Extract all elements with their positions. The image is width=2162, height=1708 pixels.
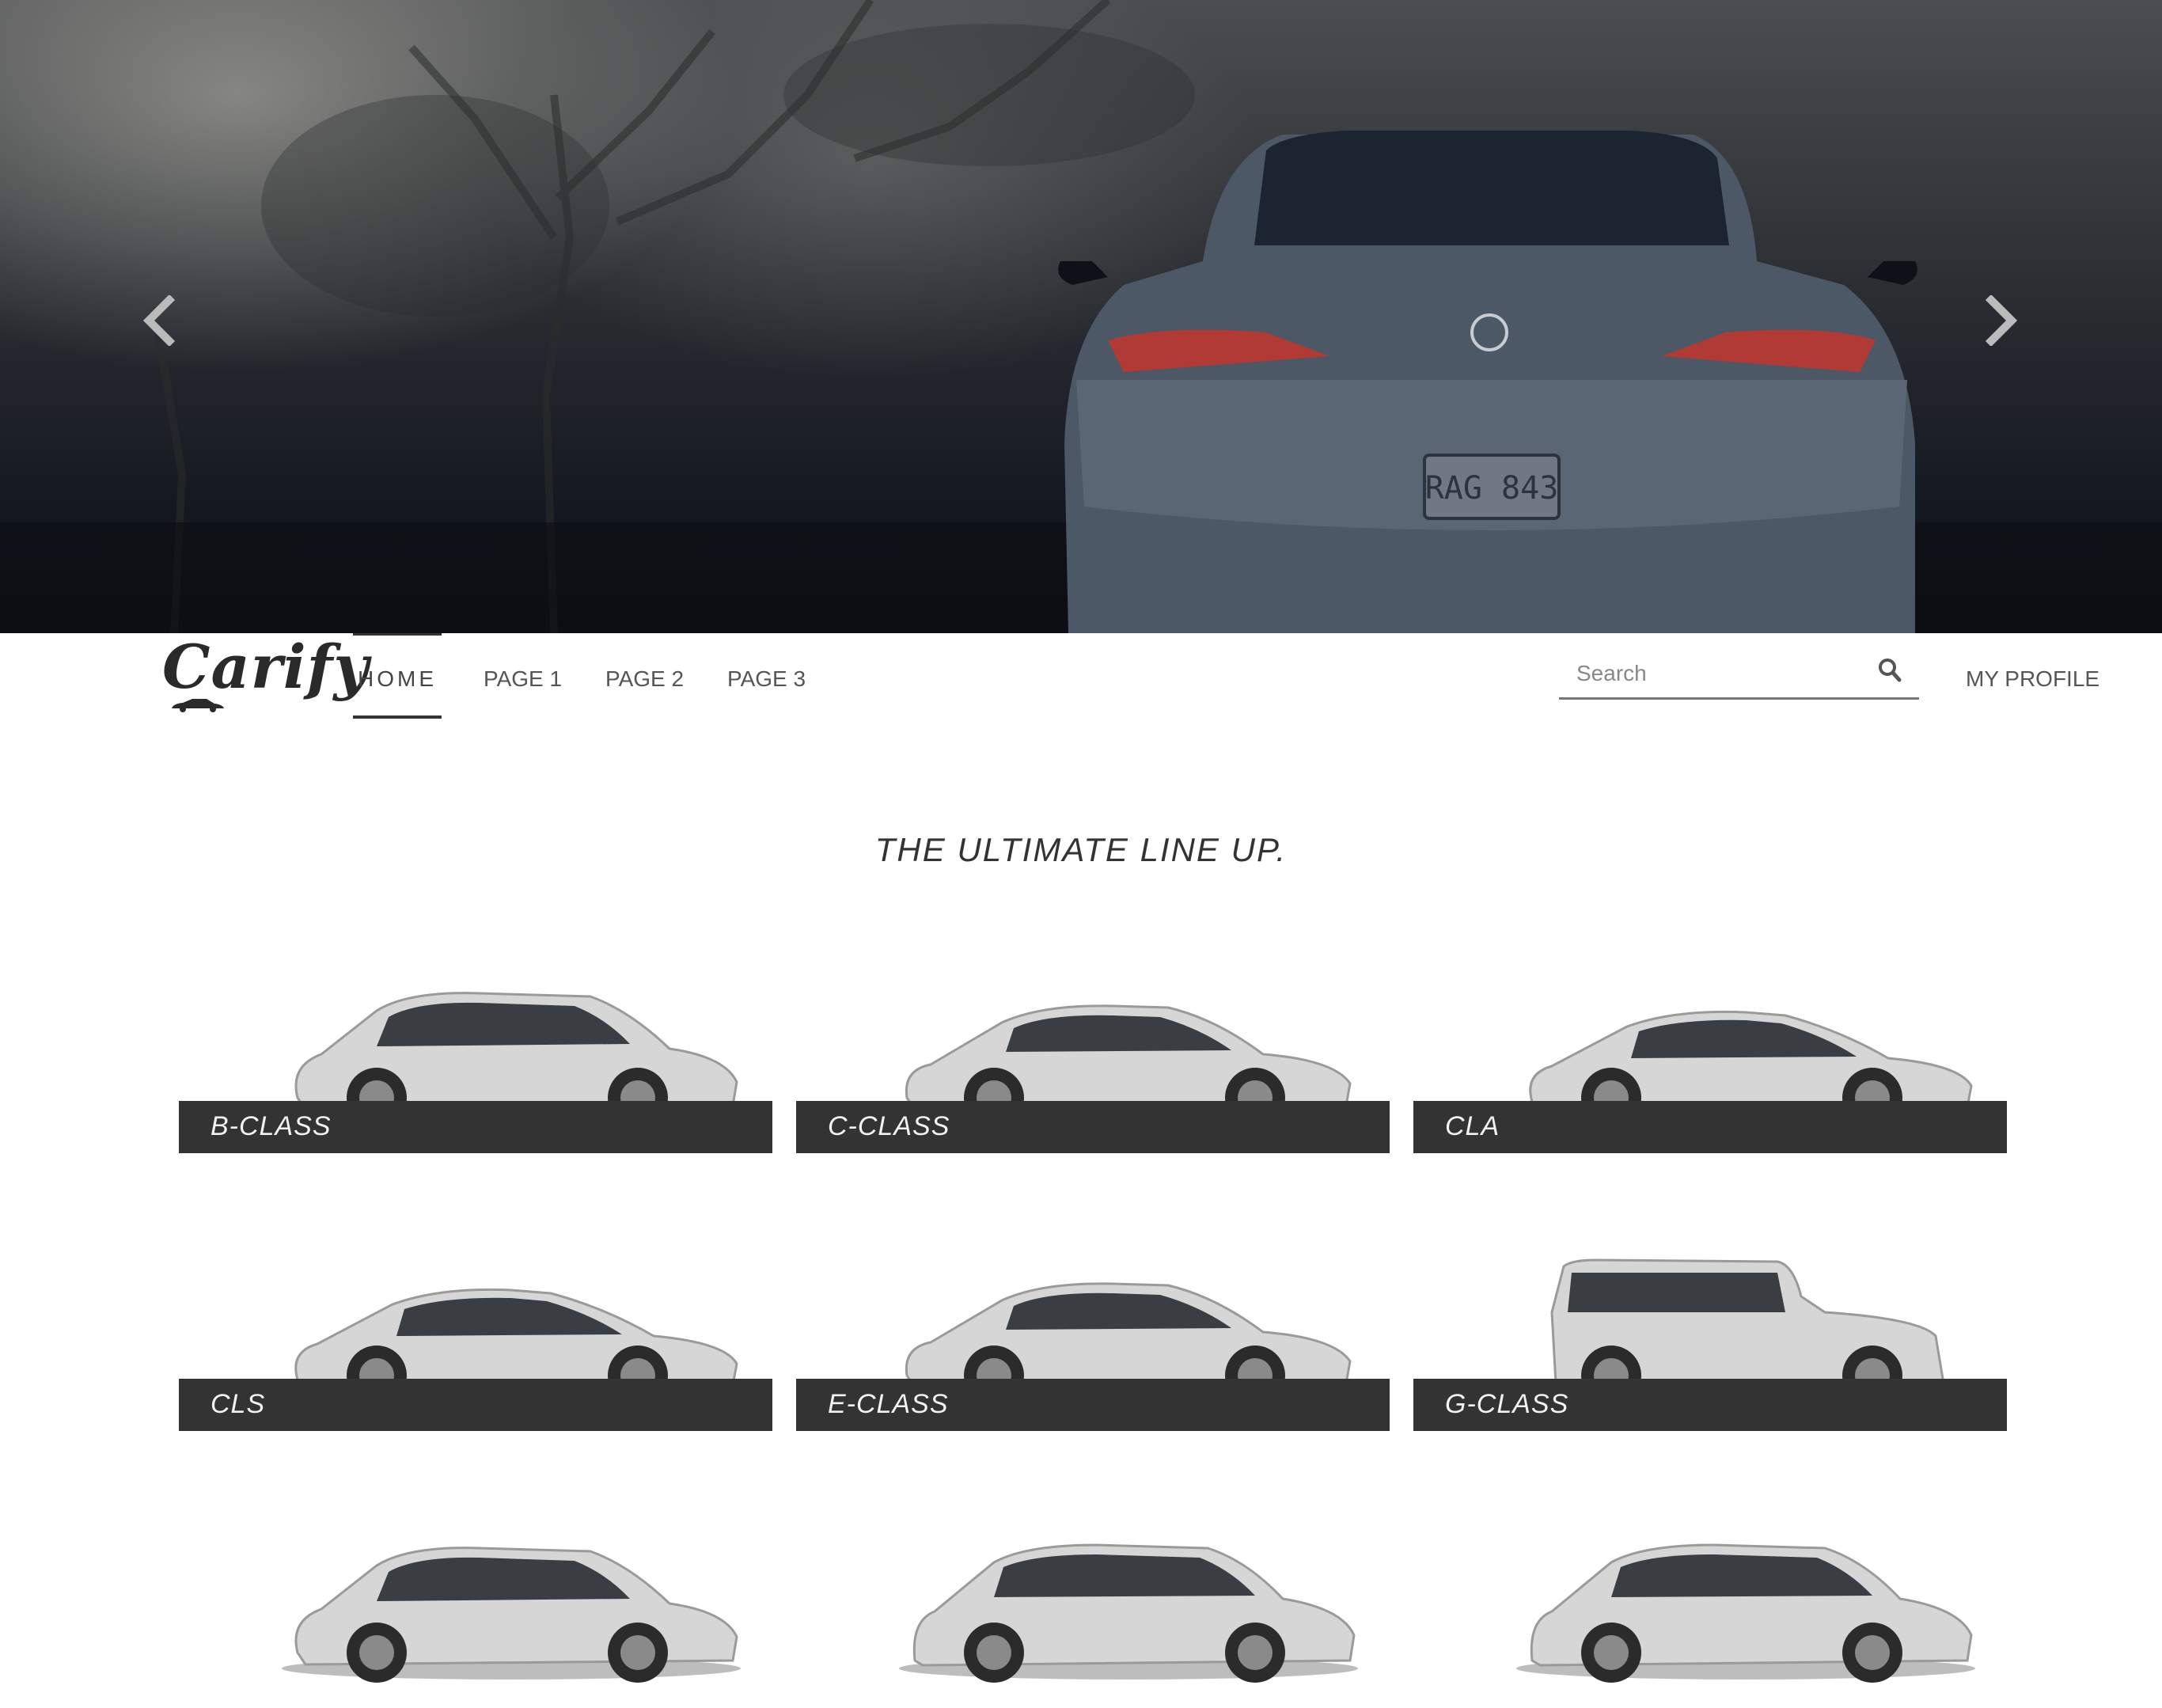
car-card[interactable]: CLA bbox=[1413, 955, 2007, 1153]
car-card-label: G-CLASS bbox=[1445, 1389, 1569, 1419]
nav-active-indicator bbox=[353, 715, 442, 719]
hero-image: RAG 843 bbox=[0, 0, 2162, 633]
search-input[interactable] bbox=[1559, 649, 1919, 700]
nav-page-1[interactable]: PAGE 1 bbox=[484, 662, 562, 701]
nav-page-2[interactable]: PAGE 2 bbox=[605, 662, 684, 701]
car-image bbox=[282, 1547, 741, 1683]
search-box bbox=[1559, 649, 1919, 700]
car-card-label: B-CLASS bbox=[211, 1111, 332, 1141]
car-card[interactable]: B-CLASS bbox=[179, 955, 772, 1153]
car-card-label-bar bbox=[179, 1379, 772, 1431]
car-card-label: CLA bbox=[1445, 1111, 1500, 1141]
car-card[interactable]: C-CLASS bbox=[796, 955, 1390, 1153]
page-heading: THE ULTIMATE LINE UP. bbox=[874, 831, 1288, 868]
brand-logo[interactable]: Carify bbox=[162, 637, 369, 716]
nav-active-indicator-top bbox=[353, 633, 442, 636]
svg-text:RAG 843: RAG 843 bbox=[1425, 470, 1559, 507]
my-profile-link[interactable]: MY PROFILE bbox=[1966, 662, 2099, 696]
car-image bbox=[899, 1543, 1358, 1683]
car-card[interactable] bbox=[1413, 1510, 2007, 1708]
car-card-label: E-CLASS bbox=[828, 1389, 949, 1419]
car-card[interactable] bbox=[796, 1510, 1390, 1708]
car-card[interactable]: G-CLASS bbox=[1413, 1233, 2007, 1431]
chevron-left-icon bbox=[142, 295, 176, 346]
car-card[interactable] bbox=[179, 1510, 772, 1708]
car-card[interactable]: E-CLASS bbox=[796, 1233, 1390, 1431]
hero-carousel: RAG 843 bbox=[0, 0, 2162, 633]
nav-page-3[interactable]: PAGE 3 bbox=[727, 662, 806, 701]
nav-home[interactable]: HOME bbox=[358, 662, 437, 701]
car-card-label: C-CLASS bbox=[828, 1111, 950, 1141]
carousel-next-button[interactable] bbox=[1978, 289, 2026, 352]
car-card[interactable]: CLS bbox=[179, 1233, 772, 1431]
brand-name: Carify bbox=[162, 632, 370, 702]
car-image bbox=[1516, 1543, 1975, 1683]
car-card-label-bar bbox=[1413, 1101, 2007, 1153]
car-card-label: CLS bbox=[211, 1389, 266, 1419]
car-logo-icon bbox=[172, 699, 224, 712]
carousel-prev-button[interactable] bbox=[135, 289, 182, 352]
chevron-right-icon bbox=[1985, 295, 2018, 346]
search-icon[interactable] bbox=[1877, 657, 1902, 684]
